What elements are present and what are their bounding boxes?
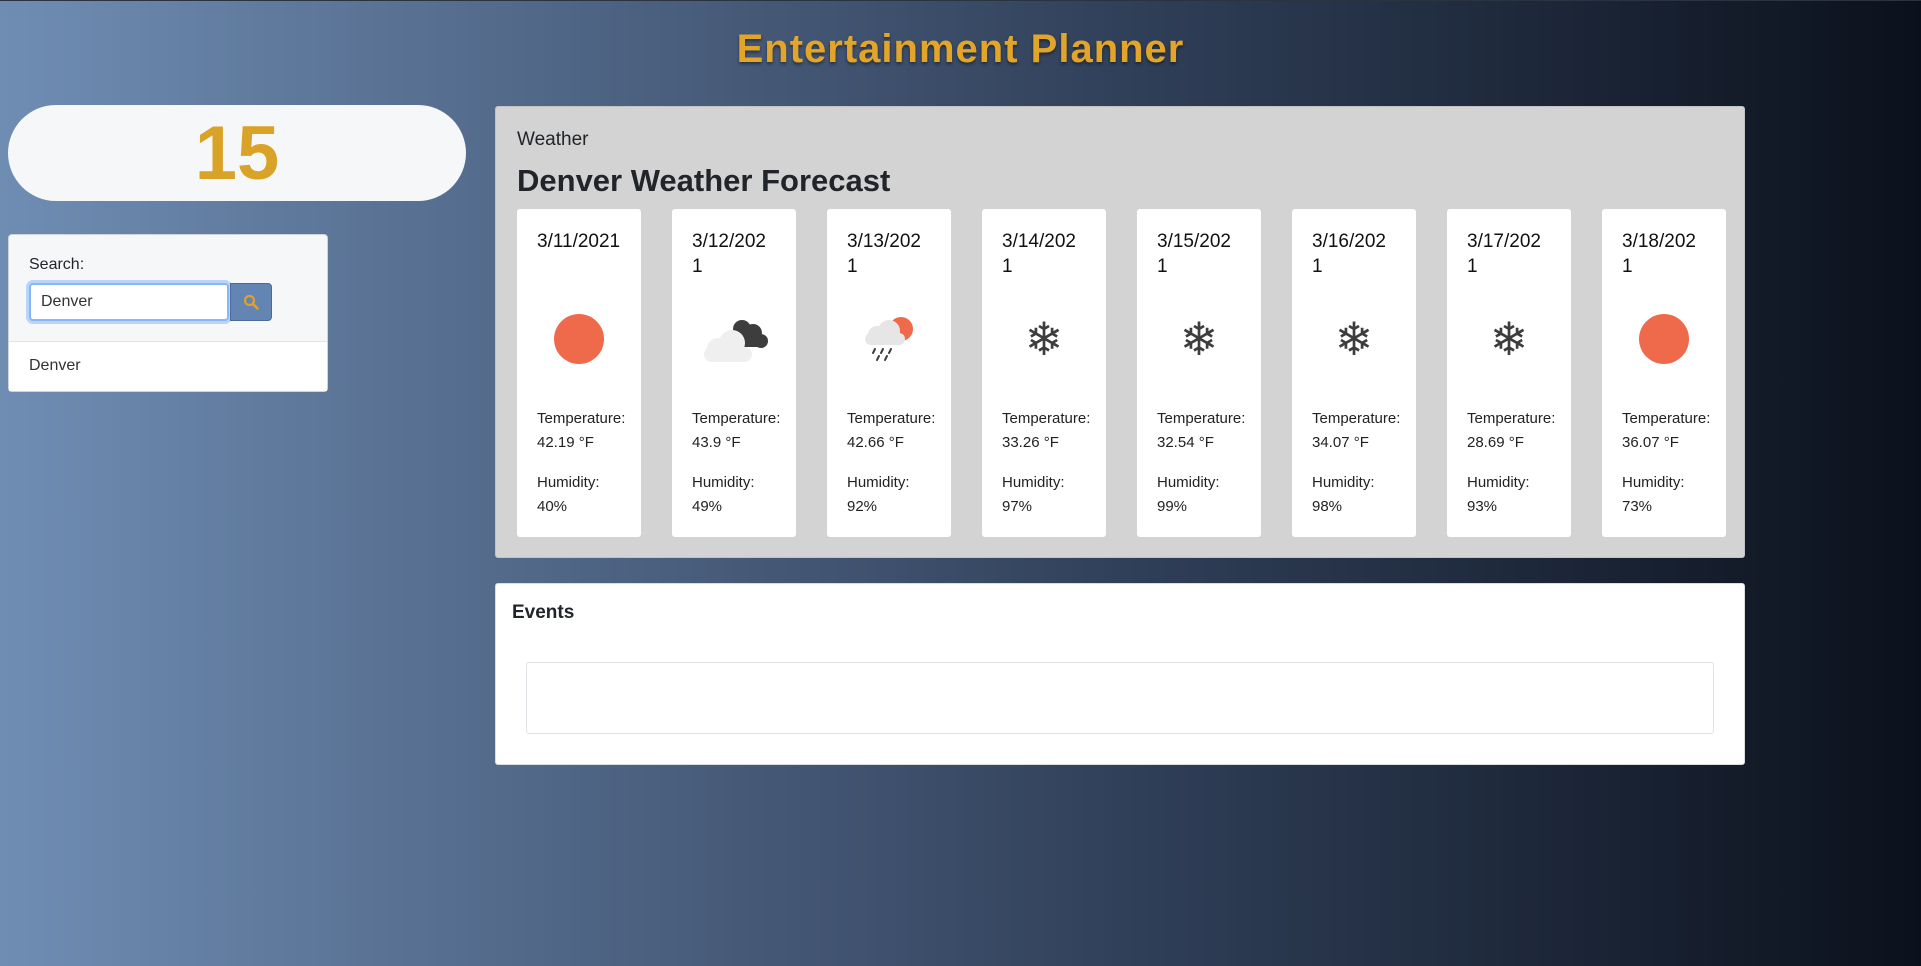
rain-sun-icon <box>827 309 951 369</box>
forecast-temperature: Temperature: 42.66 °F <box>847 410 936 451</box>
forecast-day-card: 3/14/2021 ❄ Temperature: 33.26 °F Humidi… <box>982 209 1106 537</box>
weather-section-title: Weather <box>517 129 589 150</box>
forecast-date: 3/15/2021 <box>1157 231 1231 277</box>
forecast-humidity: Humidity: 73% <box>1622 474 1685 515</box>
sun-icon <box>517 309 641 369</box>
forecast-day-card: 3/12/2021 Temperature: 43.9 °F Humidity:… <box>672 209 796 537</box>
forecast-date: 3/13/2021 <box>847 231 921 277</box>
search-card: Search: Denver <box>8 234 328 392</box>
forecast-day-card: 3/13/2021 Temperature: 42.66 °F Humidity… <box>827 209 951 537</box>
forecast-day-card: 3/18/2021 Temperature: 36.07 °F Humidity… <box>1602 209 1726 537</box>
forecast-temperature: Temperature: 32.54 °F <box>1157 410 1246 451</box>
top-border <box>0 0 1921 1</box>
app-title: Entertainment Planner <box>736 27 1185 71</box>
forecast-day-card: 3/15/2021 ❄ Temperature: 32.54 °F Humidi… <box>1137 209 1261 537</box>
cloud-dark-icon <box>672 309 796 369</box>
forecast-day-card: 3/16/2021 ❄ Temperature: 34.07 °F Humidi… <box>1292 209 1416 537</box>
events-panel: Events <box>495 583 1745 765</box>
forecast-day-card: 3/11/2021 Temperature: 42.19 °F Humidity… <box>517 209 641 537</box>
weather-panel: Weather Denver Weather Forecast 3/11/202… <box>495 106 1745 558</box>
forecast-day-card: 3/17/2021 ❄ Temperature: 28.69 °F Humidi… <box>1447 209 1571 537</box>
snowflake-icon: ❄ <box>1024 312 1064 366</box>
forecast-title: Denver Weather Forecast <box>517 163 891 198</box>
forecast-date: 3/11/2021 <box>537 231 621 252</box>
search-button[interactable] <box>230 283 272 321</box>
snowflake-icon: ❄ <box>1489 312 1529 366</box>
forecast-temperature: Temperature: 33.26 °F <box>1002 410 1091 451</box>
forecast-temperature: Temperature: 42.19 °F <box>537 410 626 451</box>
forecast-humidity: Humidity: 49% <box>692 474 755 515</box>
forecast-humidity: Humidity: 40% <box>537 474 600 515</box>
forecast-humidity: Humidity: 92% <box>847 474 910 515</box>
forecast-humidity: Humidity: 97% <box>1002 474 1065 515</box>
forecast-temperature: Temperature: 34.07 °F <box>1312 410 1401 451</box>
snowflake-icon: ❄ <box>1334 312 1374 366</box>
events-list <box>526 662 1714 734</box>
forecast-temperature: Temperature: 43.9 °F <box>692 410 781 451</box>
forecast-humidity: Humidity: 98% <box>1312 474 1375 515</box>
sun-icon <box>1602 309 1726 369</box>
search-input[interactable] <box>29 283 229 321</box>
events-title: Events <box>512 602 575 623</box>
forecast-date: 3/14/2021 <box>1002 231 1076 277</box>
forecast-date: 3/17/2021 <box>1467 231 1541 277</box>
suggestion-item[interactable]: Denver <box>9 341 327 391</box>
forecast-date: 3/12/2021 <box>692 231 766 277</box>
forecast-humidity: Humidity: 99% <box>1157 474 1220 515</box>
search-icon <box>243 294 259 310</box>
search-label: Search: <box>29 256 85 273</box>
forecast-temperature: Temperature: 36.07 °F <box>1622 410 1711 451</box>
snowflake-icon: ❄ <box>1179 312 1219 366</box>
forecast-date: 3/16/2021 <box>1312 231 1386 277</box>
forecast-temperature: Temperature: 28.69 °F <box>1467 410 1556 451</box>
forecast-humidity: Humidity: 93% <box>1467 474 1530 515</box>
counter-display: 15 <box>8 105 466 201</box>
forecast-date: 3/18/2021 <box>1622 231 1696 277</box>
